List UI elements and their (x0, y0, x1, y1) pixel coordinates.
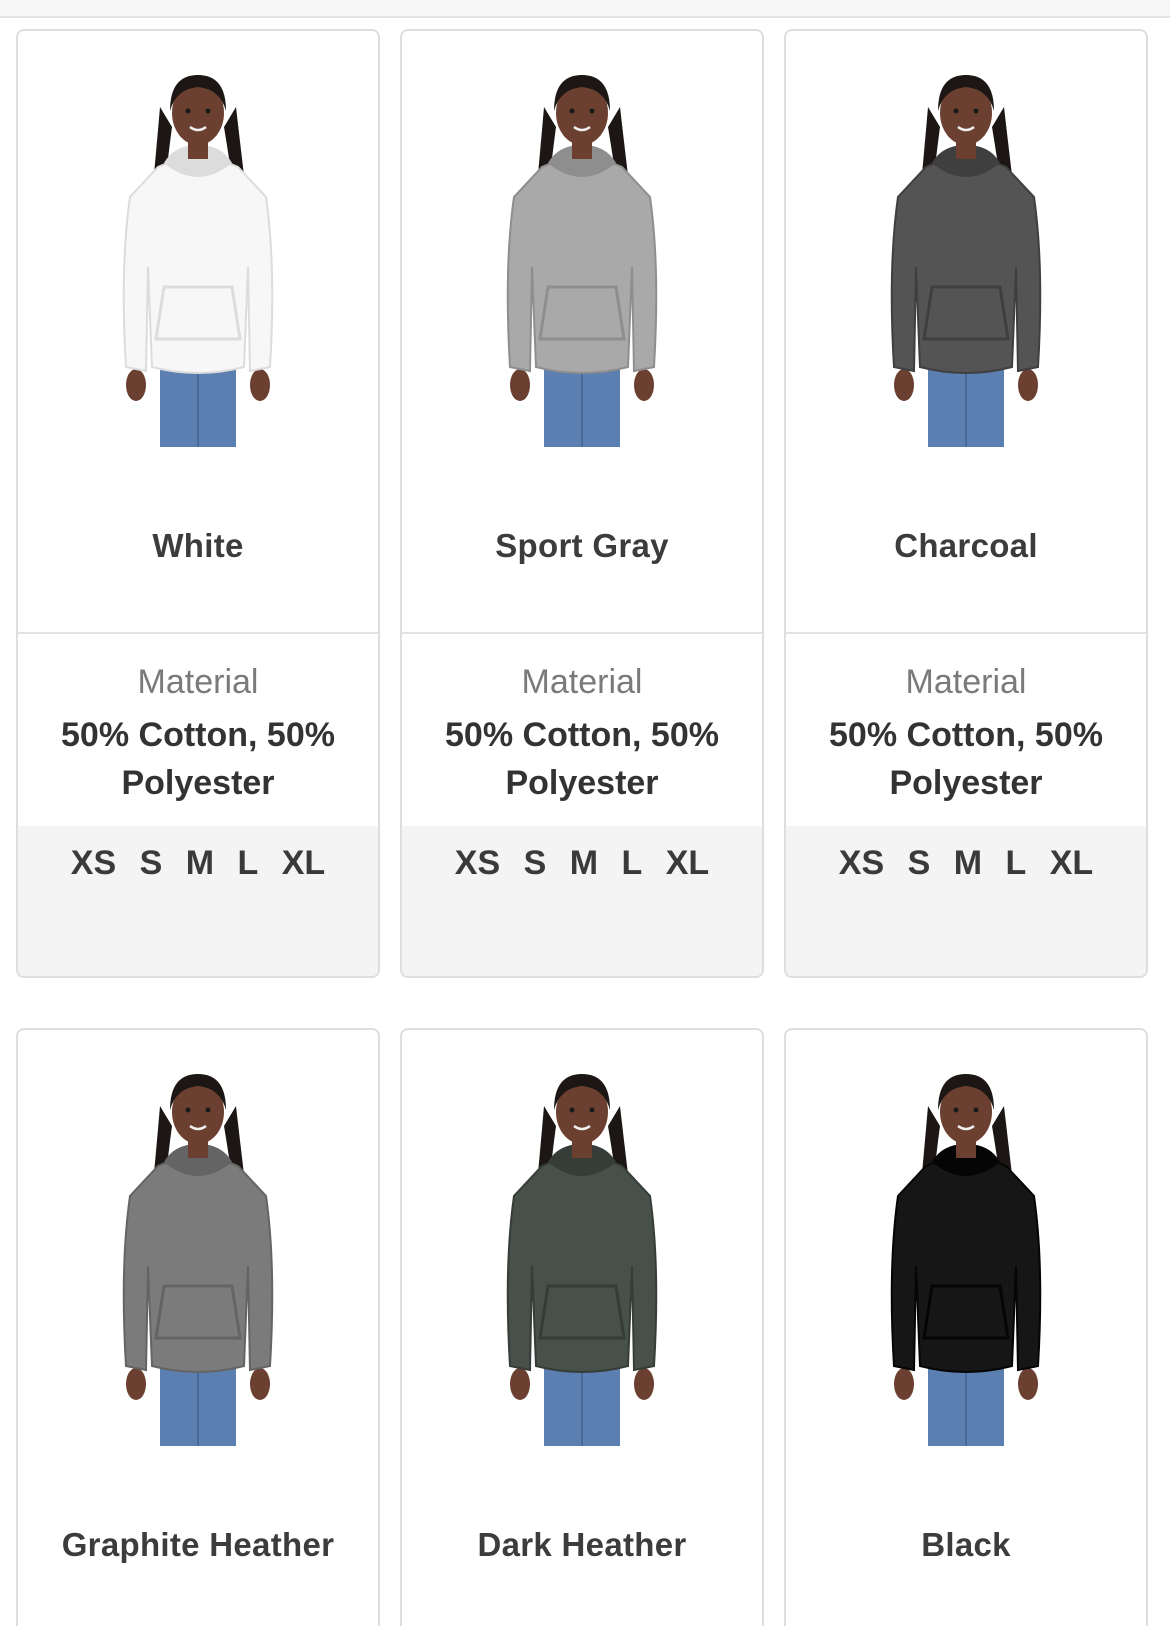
hoodie (890, 157, 1042, 374)
color-options-page: White Material 50% Cotton, 50% Polyester… (0, 0, 1170, 1626)
material-label: Material (905, 663, 1027, 701)
product-card-graphite-heather[interactable]: Graphite Heather (16, 1028, 380, 1626)
material-value: 50% Cotton, 50% Polyester (829, 716, 1103, 802)
hoodie (122, 157, 274, 374)
left-hand (894, 369, 914, 401)
product-photo (890, 75, 1042, 447)
sizes-section: XS S M L XL (18, 826, 378, 976)
eye-left (569, 108, 575, 114)
size-option[interactable]: L (1006, 844, 1027, 882)
hoodie (506, 1156, 658, 1373)
size-option[interactable]: L (622, 844, 643, 882)
color-name: Graphite Heather (61, 1526, 335, 1563)
product-card-sport-gray[interactable]: Sport Gray Material 50% Cotton, 50% Poly… (400, 29, 764, 978)
size-list: XS S M L XL (402, 844, 762, 883)
divider (786, 632, 1146, 634)
size-option[interactable]: M (954, 844, 982, 882)
product-photo (122, 1074, 274, 1446)
left-hand (510, 1368, 530, 1400)
color-name: Sport Gray (495, 527, 669, 564)
left-hand (510, 369, 530, 401)
size-option[interactable]: XL (1050, 844, 1093, 882)
size-list: XS S M L XL (786, 844, 1146, 883)
product-card-white[interactable]: White Material 50% Cotton, 50% Polyester… (16, 29, 380, 978)
material-value: 50% Cotton, 50% Polyester (445, 716, 719, 802)
eye-left (953, 1107, 959, 1113)
divider (18, 632, 378, 634)
hoodie (506, 157, 658, 374)
right-hand (250, 1368, 270, 1400)
eye-left (185, 108, 191, 114)
hoodie (122, 1156, 274, 1373)
size-option[interactable]: S (908, 844, 931, 882)
left-hand (894, 1368, 914, 1400)
left-hand (126, 1368, 146, 1400)
material-label: Material (521, 663, 643, 701)
hoodie (890, 1156, 1042, 1373)
right-hand (1018, 369, 1038, 401)
product-card-black[interactable]: Black (784, 1028, 1148, 1626)
material-label: Material (137, 663, 259, 701)
size-option[interactable]: XL (282, 844, 325, 882)
product-photo (890, 1074, 1042, 1446)
color-name: Charcoal (894, 527, 1038, 564)
size-option[interactable]: L (238, 844, 259, 882)
right-hand (634, 1368, 654, 1400)
right-hand (634, 369, 654, 401)
product-photo (506, 75, 658, 447)
size-list: XS S M L XL (18, 844, 378, 883)
product-card-charcoal[interactable]: Charcoal Material 50% Cotton, 50% Polyes… (784, 29, 1148, 978)
divider (402, 632, 762, 634)
eye-right (589, 1107, 595, 1113)
size-option[interactable]: S (524, 844, 547, 882)
size-option[interactable]: XS (455, 844, 500, 882)
color-name: Black (921, 1526, 1011, 1563)
sizes-section: XS S M L XL (402, 826, 762, 976)
size-option[interactable]: XL (666, 844, 709, 882)
size-option[interactable]: M (186, 844, 214, 882)
product-card-dark-heather[interactable]: Dark Heather (400, 1028, 764, 1626)
sizes-section: XS S M L XL (786, 826, 1146, 976)
size-option[interactable]: XS (839, 844, 884, 882)
eye-right (205, 1107, 211, 1113)
eye-right (973, 108, 979, 114)
size-option[interactable]: S (140, 844, 163, 882)
eye-left (185, 1107, 191, 1113)
eye-right (589, 108, 595, 114)
product-photo (506, 1074, 658, 1446)
size-option[interactable]: XS (71, 844, 116, 882)
top-bar (0, 0, 1170, 18)
material-value: 50% Cotton, 50% Polyester (61, 716, 335, 802)
product-photo (122, 75, 274, 447)
left-hand (126, 369, 146, 401)
eye-left (569, 1107, 575, 1113)
eye-right (205, 108, 211, 114)
color-name: Dark Heather (477, 1526, 687, 1563)
eye-right (973, 1107, 979, 1113)
right-hand (250, 369, 270, 401)
right-hand (1018, 1368, 1038, 1400)
size-option[interactable]: M (570, 844, 598, 882)
color-name: White (152, 527, 244, 564)
eye-left (953, 108, 959, 114)
